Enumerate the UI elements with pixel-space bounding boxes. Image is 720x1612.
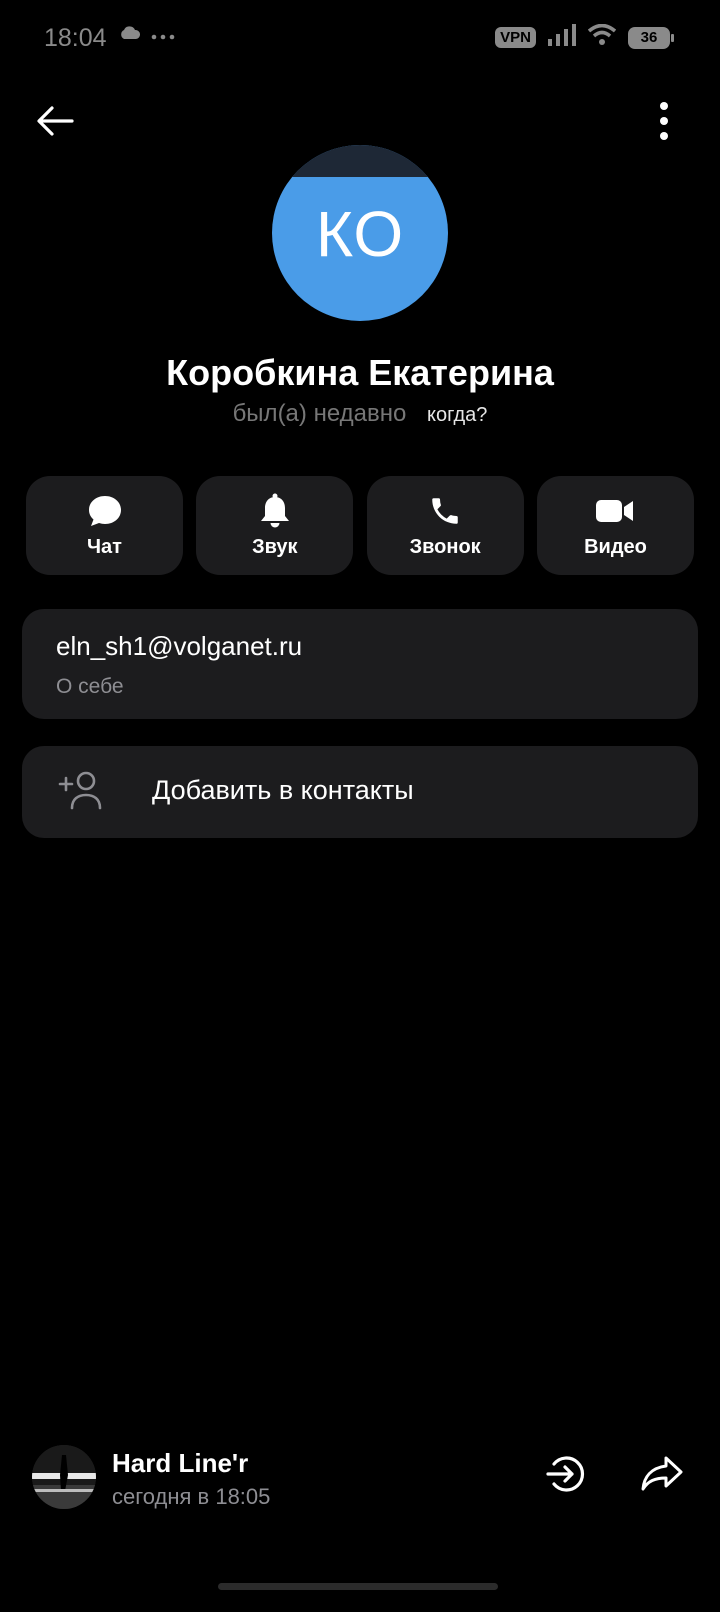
back-button[interactable] [32,100,78,146]
bell-icon [259,492,291,530]
arrow-left-icon [35,105,75,142]
chat-button[interactable]: Чат [26,476,183,575]
more-vert-icon [659,101,669,146]
battery-indicator: 36 [628,26,674,49]
open-track-button[interactable] [544,1452,588,1501]
sound-button[interactable]: Звук [196,476,354,575]
call-label: Звонок [409,536,481,558]
status-left-icons [119,26,175,45]
home-indicator[interactable] [218,1583,498,1590]
action-buttons: Чат Звук Звонок Видео [26,476,694,575]
music-player-bar[interactable]: Hard Line'r сегодня в 18:05 [0,1440,720,1520]
sound-label: Звук [252,536,298,558]
vpn-badge: VPN [495,27,536,48]
status-time: 18:04 [44,24,107,52]
status-right: VPN 36 [495,23,674,51]
add-contact-button[interactable]: Добавить в контакты [22,746,698,838]
share-button[interactable] [640,1454,684,1499]
avatar[interactable]: КО [272,145,448,321]
status-bar: 18:04 VPN 36 [0,0,720,80]
chat-label: Чат [87,536,122,558]
login-arrow-icon [544,1456,588,1500]
last-seen-text: был(а) недавно [232,400,407,427]
more-options-button[interactable] [652,100,676,146]
wifi-icon [587,23,617,51]
add-contact-label: Добавить в контакты [152,775,414,805]
cloud-icon [119,26,141,45]
signal-icon [548,24,576,51]
video-button[interactable]: Видео [536,476,694,575]
more-dots-icon [151,27,175,45]
track-artwork [32,1445,96,1509]
profile-name: Коробкина Екатерина [166,352,554,393]
chat-bubble-icon [87,492,123,530]
when-link[interactable]: когда? [427,404,487,426]
add-person-icon [58,770,104,815]
bio-label: О себе [56,675,124,698]
video-camera-icon [595,492,635,530]
status-line: был(а) недавно когда? [0,400,720,428]
track-title: Hard Line'r [112,1448,249,1478]
phone-icon [428,492,462,530]
bio-value[interactable]: eln_sh1@volganet.ru [56,631,302,662]
avatar-top-strip [272,145,448,177]
call-button[interactable]: Звонок [366,476,524,575]
share-arrow-icon [640,1456,684,1498]
avatar-initials: КО [315,198,405,270]
info-card: eln_sh1@volganet.ru О себе [22,609,698,719]
video-label: Видео [584,536,647,558]
track-time: сегодня в 18:05 [112,1484,271,1509]
